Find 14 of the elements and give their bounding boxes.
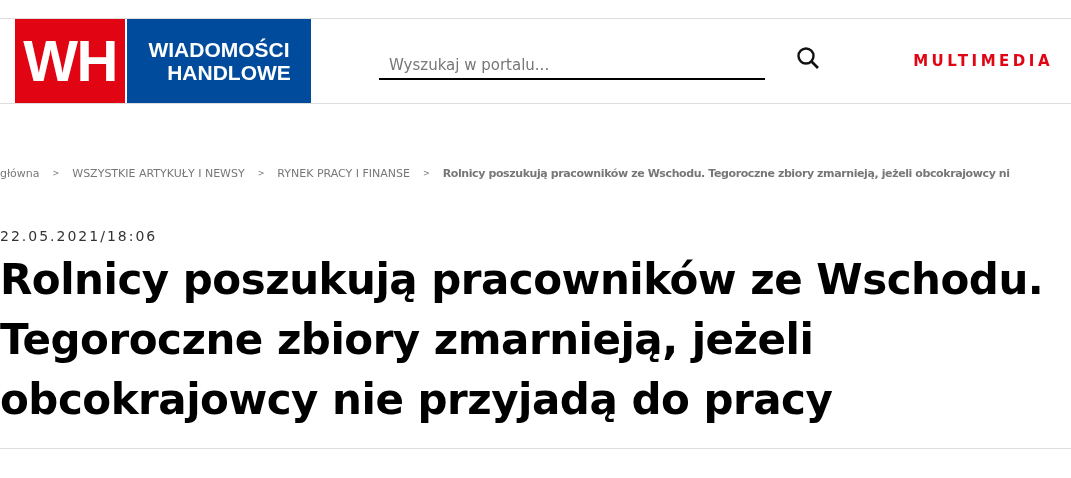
- logo-mark[interactable]: WH: [15, 19, 125, 103]
- logo-wordmark[interactable]: WIADOMOŚCI HANDLOWE: [127, 19, 311, 103]
- nav-link[interactable]: MULTIMEDIA: [913, 49, 1053, 73]
- breadcrumb-separator: >: [423, 168, 430, 181]
- breadcrumb-separator: >: [52, 168, 60, 181]
- article-date: 22.05.2021/18:06: [0, 226, 158, 246]
- breadcrumb-link[interactable]: RYNEK PRACY I FINANSE: [277, 166, 410, 183]
- breadcrumb-link[interactable]: główna: [0, 166, 40, 183]
- search-icon[interactable]: [796, 46, 820, 70]
- article-title: Rolnicy poszukują pracowników ze Wschodu. Tegoroczne zbiory zmarnieją, jeżeli obcokrajowcy nie przyjadą do pracy: [0, 253, 1044, 426]
- breadcrumb-link[interactable]: WSZYSTKIE ARTYKUŁY I NEWSY: [72, 166, 245, 183]
- search-field[interactable]: Wyszukaj w portalu...: [379, 51, 765, 81]
- breadcrumb-separator: >: [257, 168, 265, 181]
- breadcrumb-current[interactable]: Rolnicy poszukują pracowników ze Wschodu. Tegoroczne zbiory zmarnieją, jeżeli obcokrajowcy ni: [442, 166, 1010, 183]
